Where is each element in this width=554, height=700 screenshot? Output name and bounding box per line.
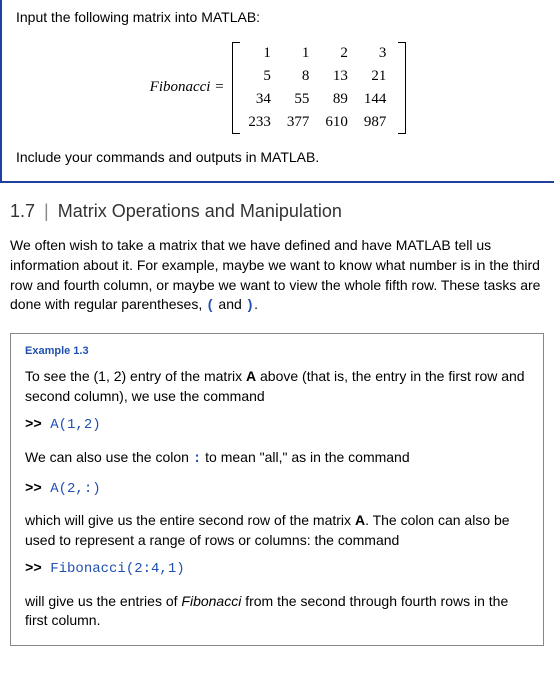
- matrix-cell: 55: [281, 88, 320, 111]
- matlab-command: A(2,:): [42, 481, 101, 497]
- code-line-1: >> A(1,2): [25, 416, 529, 436]
- matrix-cell: 5: [242, 65, 281, 88]
- matrix-cell: 987: [358, 111, 397, 134]
- matrix-cell: 89: [319, 88, 358, 111]
- italic-fibonacci: Fibonacci: [181, 593, 241, 609]
- text: to mean "all," as in the command: [201, 449, 409, 465]
- matrix-label: Fibonacci =: [150, 77, 225, 98]
- example-para-3: which will give us the entire second row…: [25, 511, 529, 550]
- close-paren: ): [246, 298, 254, 314]
- matrix-cell: 2: [319, 42, 358, 65]
- text: We can also use the colon: [25, 449, 193, 465]
- matrix-cell: 1: [242, 42, 281, 65]
- matrix-equation: Fibonacci = 1 1 2 3 5 8 13 21 34 55: [16, 42, 540, 134]
- matlab-prompt: >>: [25, 561, 42, 577]
- matrix-cell: 13: [319, 65, 358, 88]
- text: To see the (1, 2) entry of the matrix: [25, 368, 246, 384]
- text: which will give us the entire second row…: [25, 512, 355, 528]
- matrix-cell: 21: [358, 65, 397, 88]
- section-number: 1.7: [10, 201, 35, 221]
- example-para-2: We can also use the colon : to mean "all…: [25, 448, 529, 470]
- example-box: Example 1.3 To see the (1, 2) entry of t…: [10, 333, 544, 646]
- table-row: 34 55 89 144: [242, 88, 396, 111]
- text: and: [215, 296, 246, 312]
- matrix-cell: 8: [281, 65, 320, 88]
- matrix-cell: 377: [281, 111, 320, 134]
- matlab-command: A(1,2): [42, 417, 101, 433]
- code-line-2: >> A(2,:): [25, 480, 529, 500]
- example-para-1: To see the (1, 2) entry of the matrix A …: [25, 367, 529, 406]
- matlab-command: Fibonacci(2:4,1): [42, 561, 185, 577]
- bold-A: A: [355, 512, 365, 528]
- example-label: Example 1.3: [25, 344, 529, 359]
- section-title: Matrix Operations and Manipulation: [58, 201, 342, 221]
- intro-paragraph: We often wish to take a matrix that we h…: [10, 236, 544, 316]
- matrix-cell: 1: [281, 42, 320, 65]
- text: will give us the entries of: [25, 593, 181, 609]
- matrix-cell: 610: [319, 111, 358, 134]
- table-row: 233 377 610 987: [242, 111, 396, 134]
- table-row: 1 1 2 3: [242, 42, 396, 65]
- matrix-cell: 144: [358, 88, 397, 111]
- matrix-cell: 233: [242, 111, 281, 134]
- open-paren: (: [206, 298, 214, 314]
- section-divider: |: [44, 201, 49, 221]
- bold-A: A: [246, 368, 256, 384]
- table-row: 5 8 13 21: [242, 65, 396, 88]
- code-line-3: >> Fibonacci(2:4,1): [25, 560, 529, 580]
- section-heading: 1.7 | Matrix Operations and Manipulation: [10, 199, 544, 224]
- matrix-cell: 3: [358, 42, 397, 65]
- matrix-table: 1 1 2 3 5 8 13 21 34 55 89 144: [242, 42, 396, 134]
- problem-intro: Input the following matrix into MATLAB:: [16, 8, 540, 28]
- text: We often wish to take a matrix that we h…: [10, 237, 540, 312]
- colon-operator: :: [193, 451, 201, 467]
- matlab-prompt: >>: [25, 417, 42, 433]
- example-para-4: will give us the entries of Fibonacci fr…: [25, 592, 529, 631]
- matlab-prompt: >>: [25, 481, 42, 497]
- matrix-cell: 34: [242, 88, 281, 111]
- problem-close: Include your commands and outputs in MAT…: [16, 148, 540, 168]
- problem-box: Input the following matrix into MATLAB: …: [0, 0, 554, 183]
- text: .: [254, 296, 258, 312]
- matrix-bracket: 1 1 2 3 5 8 13 21 34 55 89 144: [232, 42, 406, 134]
